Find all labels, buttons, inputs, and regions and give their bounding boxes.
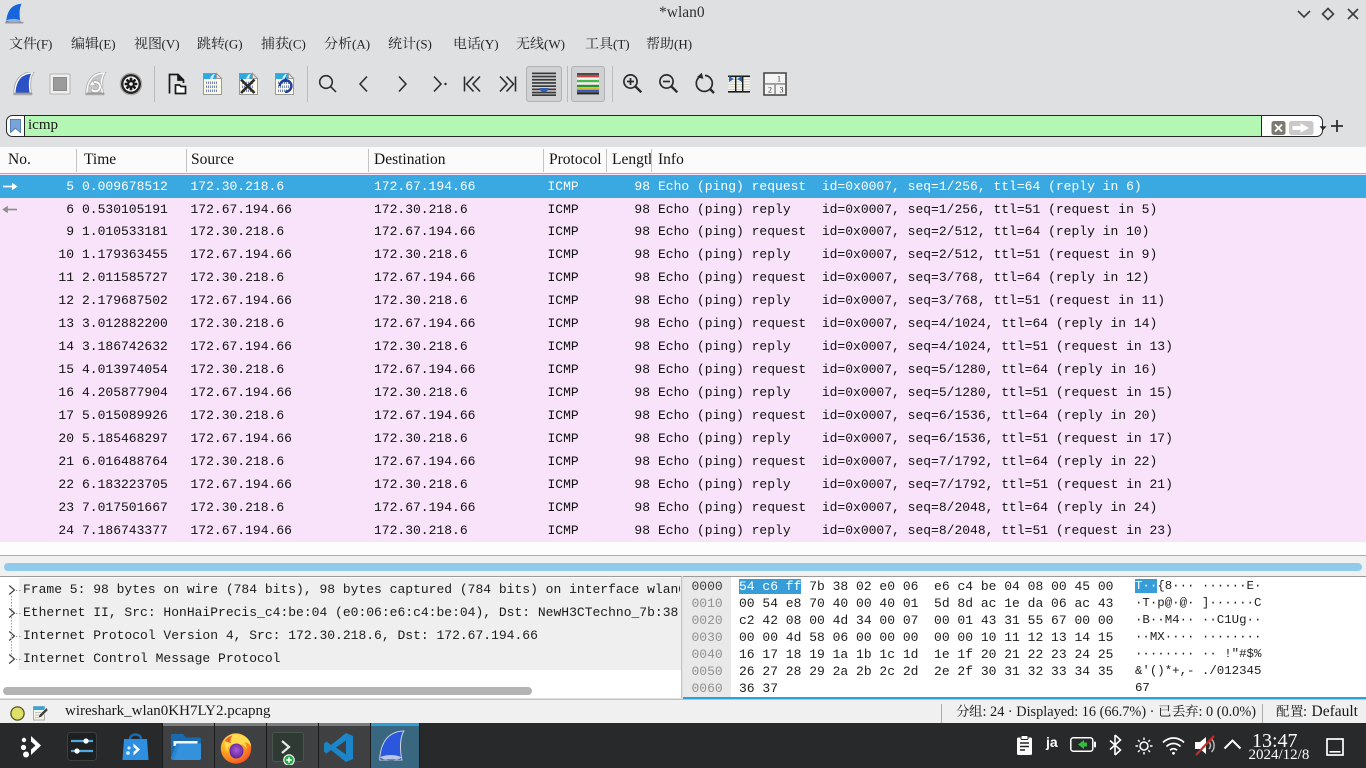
svg-text:2: 2 [768, 86, 772, 95]
svg-text:3: 3 [780, 86, 784, 95]
svg-text:1: 1 [777, 75, 781, 84]
